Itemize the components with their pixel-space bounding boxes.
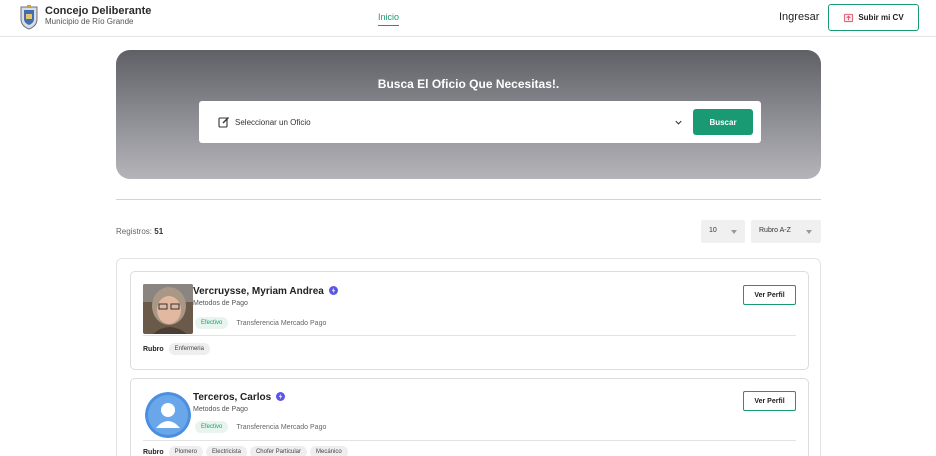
edit-icon [218,117,229,128]
payment-methods: Efectivo Transferencia Mercado Pago [195,317,326,329]
payment-transferencia: Transferencia Mercado Pago [236,319,327,327]
registros-count: Registros: 51 [116,227,163,236]
rubro-row: Rubro Plomero Electricista Chofer Partic… [143,446,348,456]
rubro-label: Rubro [143,345,164,353]
ver-perfil-button[interactable]: Ver Perfil [743,285,796,305]
buscar-button[interactable]: Buscar [693,109,753,135]
payment-methods: Efectivo Transferencia Mercado Pago [195,421,326,433]
profile-name: Vercruysse, Myriam Andrea [193,286,338,297]
verified-icon [275,392,285,401]
sort-select[interactable]: Rubro A-Z [751,220,821,243]
brand[interactable]: Concejo Deliberante Municipio de Río Gra… [45,6,151,26]
oficio-select[interactable]: Seleccionar un Oficio [235,118,311,127]
subir-cv-label: Subir mi CV [858,13,904,22]
oficio-search-bar: Seleccionar un Oficio Buscar [199,101,761,143]
payment-transferencia: Transferencia Mercado Pago [236,423,327,431]
municipal-crest-icon[interactable] [19,4,39,30]
subir-cv-button[interactable]: Subir mi CV [828,4,919,31]
registros-value: 51 [154,227,164,236]
metodos-label: Metodos de Pago [193,406,248,413]
results-list: Vercruysse, Myriam Andrea Metodos de Pag… [116,258,821,456]
rubro-chip: Plomero [168,446,203,456]
card-divider [143,335,796,336]
profile-card: Terceros, Carlos Metodos de Pago Efectiv… [130,378,809,456]
brand-title: Concejo Deliberante [45,5,152,17]
ingresar-link[interactable]: Ingresar [779,11,819,23]
metodos-label: Metodos de Pago [193,300,248,307]
rubro-chip: Chofer Particular [249,446,307,456]
rubro-chip: Enfermeria [168,343,210,355]
nav-link-inicio[interactable]: Inicio [378,12,400,26]
default-user-icon [145,392,191,438]
rubro-chip: Mecánico [310,446,348,456]
chevron-down-icon[interactable] [674,118,683,127]
brand-subtitle: Municipio de Río Grande [45,17,134,26]
search-hero: Busca El Oficio Que Necesitas!. Seleccio… [116,50,821,179]
sort-value: Rubro A-Z [759,227,791,234]
section-divider [116,199,821,200]
hero-title: Busca El Oficio Que Necesitas!. [377,77,560,91]
card-divider [143,440,796,441]
caret-down-icon [806,230,812,234]
caret-down-icon [731,230,737,234]
rubro-label: Rubro [143,448,164,456]
top-navbar: Concejo Deliberante Municipio de Río Gra… [0,0,936,37]
per-page-select[interactable]: 10 [701,220,745,243]
per-page-value: 10 [709,227,717,234]
profile-name: Terceros, Carlos [193,392,285,403]
rubro-row: Rubro Enfermeria [143,343,210,355]
upload-cv-icon [844,13,854,23]
payment-badge-efectivo: Efectivo [195,421,229,433]
profile-name-text: Terceros, Carlos [193,392,272,403]
verified-icon [328,286,338,295]
rubro-chip: Electricista [205,446,247,456]
profile-name-text: Vercruysse, Myriam Andrea [193,286,324,297]
registros-label: Registros: [116,227,153,236]
profile-card: Vercruysse, Myriam Andrea Metodos de Pag… [130,271,809,370]
ver-perfil-button[interactable]: Ver Perfil [743,391,796,411]
payment-badge-efectivo: Efectivo [195,317,229,329]
avatar [143,284,193,334]
